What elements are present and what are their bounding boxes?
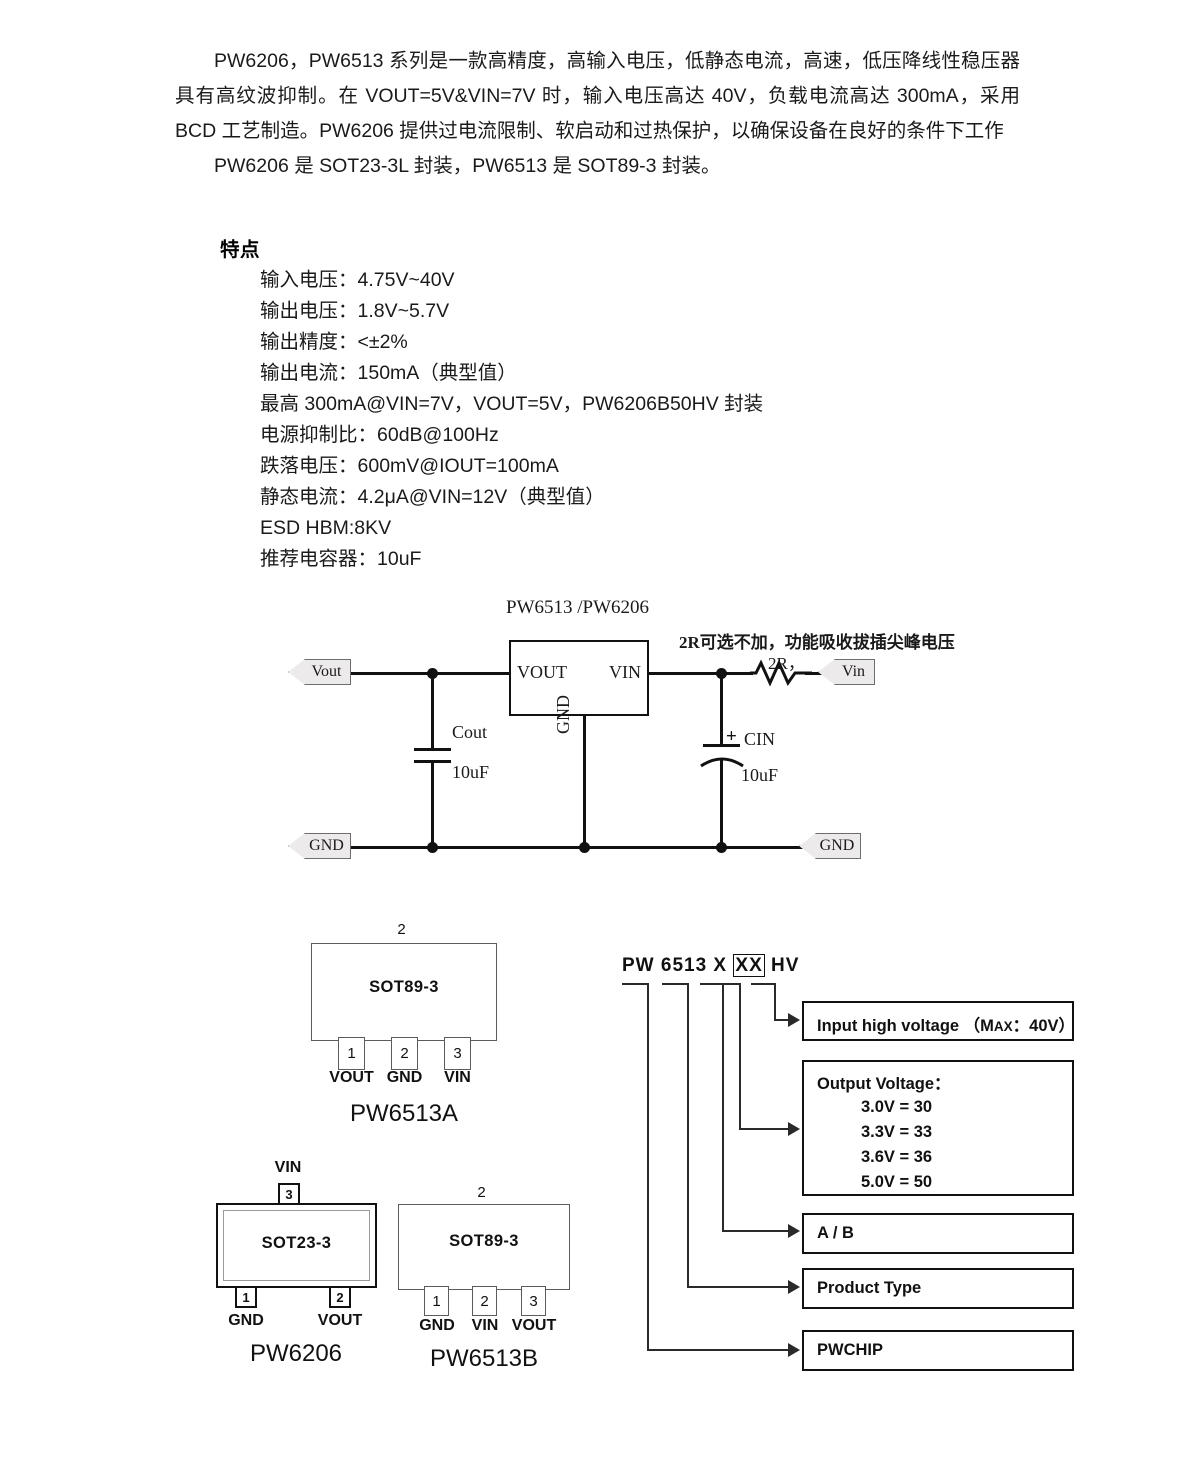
pw6206-top-pin-label: VIN (274, 1159, 302, 1176)
cout-name-label: Cout (452, 722, 488, 742)
ordering-output-voltage-row: 3.3V = 33 (861, 1123, 933, 1141)
ordering-box-pwchip-text: PWCHIP (817, 1341, 883, 1359)
lead-pwchip-top (622, 983, 649, 986)
cout-plate-top (414, 748, 451, 751)
lead-outputvoltage-top (717, 983, 741, 986)
junction-gnd-ic (579, 842, 590, 853)
pw6513b-pin-3-label: VOUT (511, 1317, 557, 1334)
junction-gnd-cout (427, 842, 438, 853)
intro-paragraph-1: PW6206，PW6513 系列是一款高精度，高输入电压，低静态电流，高速，低压… (175, 50, 1020, 142)
lead-inputhv-top (751, 983, 776, 986)
feature-item: 跌落电压：600mV@IOUT=100mA (260, 455, 559, 477)
ordering-box-ab-text: A / B (817, 1224, 854, 1242)
pw6513b-top-pin-number: 2 (450, 1178, 513, 1206)
lead-ab-arm (722, 1230, 790, 1233)
features-list: 输入电压：4.75V~40V 输出电压：1.8V~5.7V 输出精度：<±2% … (260, 265, 763, 575)
pw6206-pin-1-label: GND (228, 1312, 264, 1329)
ordering-box-input-high-voltage-text: Input high voltage （MAX：40V） (817, 1012, 1075, 1036)
lead-producttype-arrowhead (788, 1280, 800, 1294)
features-heading: 特点 (220, 239, 261, 261)
lead-inputhv-arrowhead (788, 1013, 800, 1027)
resistor-2r-icon (750, 659, 812, 687)
wire-cout-bottom (431, 760, 434, 850)
pw6513b-pin-2-number: 2 (472, 1286, 497, 1316)
feature-item: 输入电压：4.75V~40V (260, 269, 455, 291)
pw6513a-caption: PW6513A (349, 1100, 459, 1127)
wire-cin-top (720, 672, 723, 744)
feature-item: 输出电压：1.8V~5.7V (260, 300, 450, 322)
lead-producttype-stem (687, 983, 690, 1288)
cin-polarity-plus: + (726, 726, 737, 747)
port-vin[interactable]: Vin (818, 659, 875, 685)
datasheet-page: PW6206，PW6513 系列是一款高精度，高输入电压，低静态电流，高速，低压… (0, 0, 1190, 1461)
ordering-output-voltage-row: 5.0V = 50 (861, 1173, 933, 1191)
lead-pwchip-arrowhead (788, 1343, 800, 1357)
lead-pwchip-arm (647, 1349, 790, 1352)
feature-item: 输出电流：150mA（典型值） (260, 362, 517, 384)
ordering-output-voltage-row: 3.6V = 36 (861, 1148, 933, 1166)
lead-pwchip-stem (647, 983, 650, 1351)
junction-gnd-cin (716, 842, 727, 853)
pw6513a-pin-3-number: 3 (444, 1037, 471, 1070)
intro-text-block: PW6206，PW6513 系列是一款高精度，高输入电压，低静态电流，高速，低压… (175, 44, 1020, 184)
pw6513b-caption: PW6513B (429, 1345, 539, 1372)
port-gnd-right[interactable]: GND (799, 833, 861, 859)
lead-producttype-top (662, 983, 689, 986)
intro-paragraph-2: PW6206 是 SOT23-3L 封装，PW6513 是 SOT89-3 封装… (214, 155, 721, 177)
ordering-code-prefix: PW 6513 X (622, 955, 734, 976)
circuit-ic-pin-vin: VIN (609, 662, 641, 682)
wire-cin-bottom (720, 758, 723, 850)
circuit-ic-pin-gnd: GND (553, 695, 573, 734)
lead-producttype-arm (687, 1286, 790, 1289)
ordering-output-voltage-row: 3.0V = 30 (861, 1098, 933, 1116)
ordering-box-product-type-text: Product Type (817, 1279, 922, 1297)
pw6206-pin-1-number: 1 (235, 1286, 257, 1308)
ordering-information-diagram: PW 6513 X XX HV Input high voltage （MAX：… (0, 0, 1190, 1461)
wire-vin-rail-left (648, 672, 753, 675)
feature-item: 电源抑制比：60dB@100Hz (260, 424, 499, 446)
port-vout[interactable]: Vout (288, 659, 351, 685)
lead-outputvoltage-arrowhead (788, 1122, 800, 1136)
feature-item: 推荐电容器：10uF (260, 548, 422, 570)
pw6513b-pin-1-number: 1 (424, 1286, 449, 1316)
circuit-ic-pin-vout: VOUT (517, 662, 567, 682)
cin-name-label: CIN (744, 729, 775, 749)
pw6513a-body-label: SOT89-3 (369, 978, 439, 996)
circuit-resistor-note: 2R可选不加，功能吸收拔插尖峰电压 (679, 633, 955, 652)
ordering-box-output-voltage-title: Output Voltage： (817, 1075, 951, 1093)
pw6513a-pin-3-label: VIN (444, 1069, 471, 1086)
lead-ab-arrowhead (788, 1224, 800, 1238)
pw6206-pin-2-label: VOUT (317, 1312, 363, 1329)
pw6206-body-label: SOT23-3 (261, 1234, 332, 1252)
port-gnd-left[interactable]: GND (288, 833, 351, 859)
ordering-code-suffix: HV (764, 955, 800, 976)
feature-item: ESD HBM:8KV (260, 517, 392, 539)
ordering-ihv-max-smallcaps: AX (993, 1019, 1013, 1034)
ordering-ihv-tail: ：40V） (1012, 1017, 1076, 1035)
pw6206-top-pin-number: 3 (278, 1183, 300, 1205)
ordering-ihv-main: Input high voltage （M (817, 1017, 994, 1035)
lead-ab-stem (722, 983, 725, 1232)
wire-cout-top (431, 672, 434, 748)
wire-gnd-rail (349, 846, 803, 849)
pw6513a-pin-2-number: 2 (391, 1037, 418, 1070)
cin-value-label: 10uF (741, 765, 779, 785)
pw6513b-pin-3-number: 3 (521, 1286, 546, 1316)
ordering-part-number-code: PW 6513 X XX HV (622, 954, 800, 977)
feature-item: 静态电流：4.2μA@VIN=12V（典型值） (260, 486, 605, 508)
cout-value-label: 10uF (452, 762, 490, 782)
pw6206-pin-2-number: 2 (329, 1286, 351, 1308)
lead-outputvoltage-arm (739, 1128, 790, 1131)
pw6513a-top-pin-number: 2 (367, 913, 436, 945)
feature-item: 最高 300mA@VIN=7V，VOUT=5V，PW6206B50HV 封装 (260, 393, 764, 415)
pw6513a-pin-1-number: 1 (338, 1037, 365, 1070)
wire-ic-gnd (583, 716, 586, 850)
pw6206-caption: PW6206 (249, 1340, 343, 1367)
lead-inputhv-stem (774, 983, 777, 1021)
lead-outputvoltage-stem (739, 983, 742, 1130)
circuit-ic-title: PW6513 /PW6206 (506, 597, 650, 618)
ordering-code-boxed: XX (733, 954, 765, 977)
feature-item: 输出精度：<±2% (260, 331, 408, 353)
pw6513b-body-label: SOT89-3 (449, 1232, 519, 1250)
